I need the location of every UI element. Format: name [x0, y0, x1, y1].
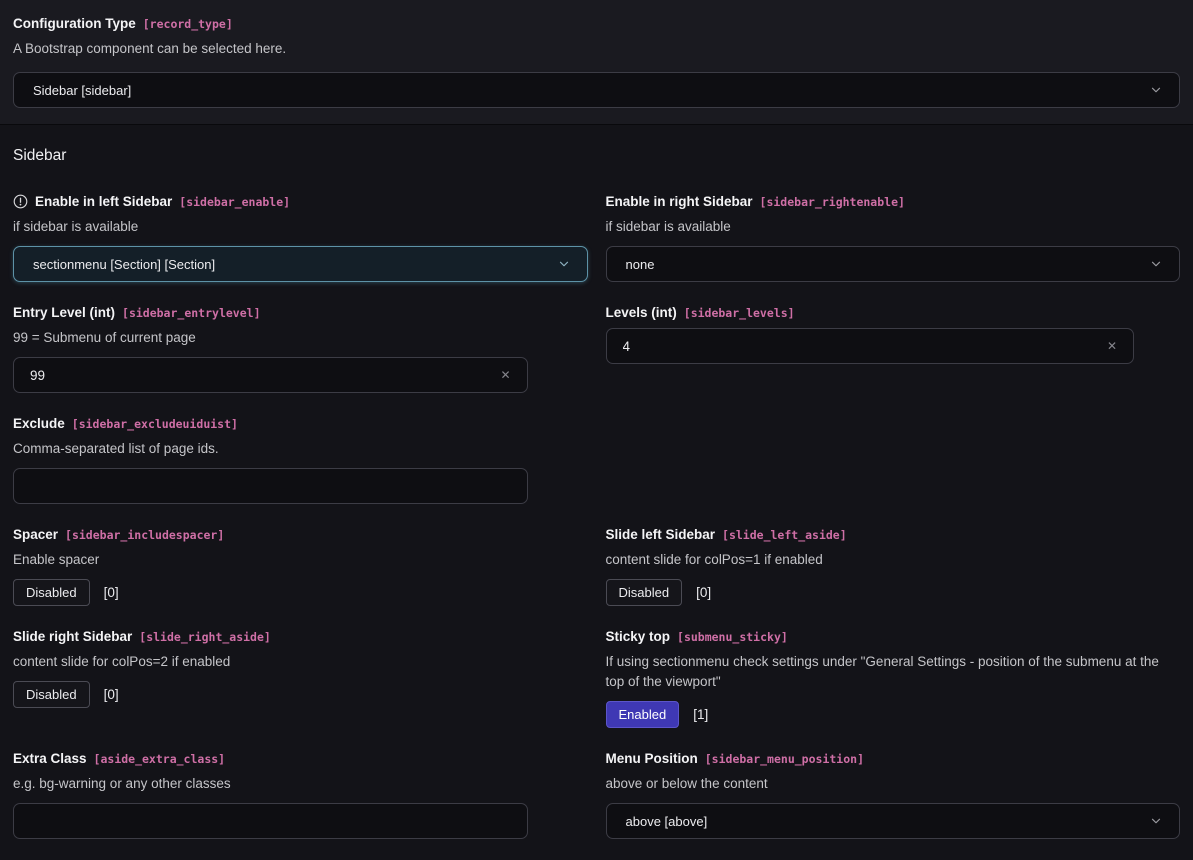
field-label-row: Sticky top [submenu_sticky] — [606, 627, 1181, 645]
field-label-row: Levels (int) [sidebar_levels] — [606, 303, 1181, 321]
clear-icon[interactable]: ✕ — [1105, 338, 1119, 354]
field-description: Enable spacer — [13, 550, 588, 570]
field-key: [sidebar_menu_position] — [705, 752, 864, 766]
sidebar-rightenable-select-value: none — [626, 257, 655, 272]
field-key: [sidebar_enable] — [179, 195, 290, 209]
field-key: [submenu_sticky] — [677, 630, 788, 644]
field-label-row: Spacer [sidebar_includespacer] — [13, 525, 588, 543]
configuration-type-label-row: Configuration Type [record_type] — [13, 14, 1180, 32]
field-submenu-sticky: Sticky top [submenu_sticky] If using sec… — [606, 627, 1181, 728]
field-sidebar-levels: Levels (int) [sidebar_levels] ✕ — [606, 303, 1181, 393]
field-label: Enable in right Sidebar — [606, 194, 753, 209]
sidebar-enable-select-value: sectionmenu [Section] [Section] — [33, 257, 215, 272]
spacer-toggle-value: [0] — [104, 585, 119, 600]
configuration-type-select[interactable]: Sidebar [sidebar] — [13, 72, 1180, 108]
field-sidebar-exclude: Exclude [sidebar_excludeuiduist] Comma-s… — [13, 414, 588, 504]
extra-class-input[interactable] — [16, 804, 498, 838]
slide-left-toggle-row: Disabled [0] — [606, 579, 1181, 606]
clear-icon[interactable]: ✕ — [498, 367, 512, 383]
sticky-top-toggle-button[interactable]: Enabled — [606, 701, 680, 728]
field-label-row: Extra Class [aside_extra_class] — [13, 749, 588, 767]
field-key: [slide_left_aside] — [722, 528, 847, 542]
sidebar-enable-select[interactable]: sectionmenu [Section] [Section] — [13, 246, 588, 282]
field-sidebar-menu-position: Menu Position [sidebar_menu_position] ab… — [606, 749, 1181, 839]
empty-cell — [606, 414, 1181, 504]
sidebar-rightenable-select[interactable]: none — [606, 246, 1181, 282]
field-sidebar-rightenable: Enable in right Sidebar [sidebar_righten… — [606, 192, 1181, 282]
field-key: [sidebar_excludeuiduist] — [72, 417, 238, 431]
field-sidebar-includespacer: Spacer [sidebar_includespacer] Enable sp… — [13, 525, 588, 606]
field-key: [sidebar_entrylevel] — [122, 306, 260, 320]
field-label-row: Slide right Sidebar [slide_right_aside] — [13, 627, 588, 645]
field-label: Menu Position — [606, 751, 698, 766]
slide-right-toggle-button[interactable]: Disabled — [13, 681, 90, 708]
chevron-down-icon — [557, 257, 571, 271]
levels-input[interactable] — [609, 329, 1105, 363]
levels-input-wrap: ✕ — [606, 328, 1135, 364]
configuration-type-label: Configuration Type — [13, 16, 136, 31]
field-label: Enable in left Sidebar — [35, 194, 172, 209]
slide-left-toggle-button[interactable]: Disabled — [606, 579, 683, 606]
chevron-down-icon — [1149, 83, 1163, 97]
spacer-toggle-row: Disabled [0] — [13, 579, 588, 606]
field-label: Exclude — [13, 416, 65, 431]
field-label-row: Enable in left Sidebar [sidebar_enable] — [13, 192, 588, 210]
field-description: if sidebar is available — [606, 217, 1181, 237]
chevron-down-icon — [1149, 257, 1163, 271]
slide-left-toggle-value: [0] — [696, 585, 711, 600]
configuration-type-key: [record_type] — [143, 17, 233, 31]
field-label: Levels (int) — [606, 305, 677, 320]
field-slide-left-aside: Slide left Sidebar [slide_left_aside] co… — [606, 525, 1181, 606]
chevron-down-icon — [1149, 814, 1163, 828]
field-description: content slide for colPos=1 if enabled — [606, 550, 1181, 570]
field-description: if sidebar is available — [13, 217, 588, 237]
field-description: 99 = Submenu of current page — [13, 328, 588, 348]
slide-right-toggle-value: [0] — [104, 687, 119, 702]
field-key: [sidebar_rightenable] — [760, 195, 905, 209]
fields-grid: Enable in left Sidebar [sidebar_enable] … — [13, 192, 1180, 860]
exclude-input[interactable] — [16, 469, 498, 503]
field-label: Slide left Sidebar — [606, 527, 716, 542]
field-label-row: Menu Position [sidebar_menu_position] — [606, 749, 1181, 767]
sticky-top-toggle-row: Enabled [1] — [606, 701, 1181, 728]
configuration-type-description: A Bootstrap component can be selected he… — [13, 39, 1180, 59]
slide-right-toggle-row: Disabled [0] — [13, 681, 588, 708]
extra-class-input-wrap: ✕ — [13, 803, 528, 839]
field-key: [sidebar_levels] — [684, 306, 795, 320]
field-key: [sidebar_includespacer] — [65, 528, 224, 542]
info-icon — [13, 194, 28, 209]
section-title: Sidebar — [13, 147, 1180, 165]
field-label-row: Enable in right Sidebar [sidebar_righten… — [606, 192, 1181, 210]
configuration-type-select-value: Sidebar [sidebar] — [33, 83, 131, 98]
field-label: Slide right Sidebar — [13, 629, 132, 644]
exclude-input-wrap: ✕ — [13, 468, 528, 504]
field-label-row: Slide left Sidebar [slide_left_aside] — [606, 525, 1181, 543]
field-description: content slide for colPos=2 if enabled — [13, 652, 588, 672]
field-description: Comma-separated list of page ids. — [13, 439, 588, 459]
field-label: Entry Level (int) — [13, 305, 115, 320]
menu-position-select[interactable]: above [above] — [606, 803, 1181, 839]
menu-position-select-value: above [above] — [626, 814, 708, 829]
entry-level-input-wrap: ✕ — [13, 357, 528, 393]
field-label: Sticky top — [606, 629, 671, 644]
field-description: If using sectionmenu check settings unde… — [606, 652, 1166, 692]
field-sidebar-enable: Enable in left Sidebar [sidebar_enable] … — [13, 192, 588, 282]
field-aside-extra-class: Extra Class [aside_extra_class] e.g. bg-… — [13, 749, 588, 839]
configuration-type-panel: Configuration Type [record_type] A Boots… — [0, 0, 1193, 125]
field-slide-right-aside: Slide right Sidebar [slide_right_aside] … — [13, 627, 588, 728]
field-key: [slide_right_aside] — [139, 630, 271, 644]
field-label-row: Entry Level (int) [sidebar_entrylevel] — [13, 303, 588, 321]
entry-level-input[interactable] — [16, 358, 498, 392]
field-label-row: Exclude [sidebar_excludeuiduist] — [13, 414, 588, 432]
sidebar-section: Sidebar Enable in left Sidebar [sidebar_… — [0, 125, 1193, 860]
field-label: Spacer — [13, 527, 58, 542]
field-key: [aside_extra_class] — [94, 752, 226, 766]
field-description: above or below the content — [606, 774, 1181, 794]
sticky-top-toggle-value: [1] — [693, 707, 708, 722]
spacer-toggle-button[interactable]: Disabled — [13, 579, 90, 606]
field-label: Extra Class — [13, 751, 87, 766]
field-sidebar-entrylevel: Entry Level (int) [sidebar_entrylevel] 9… — [13, 303, 588, 393]
field-description: e.g. bg-warning or any other classes — [13, 774, 588, 794]
